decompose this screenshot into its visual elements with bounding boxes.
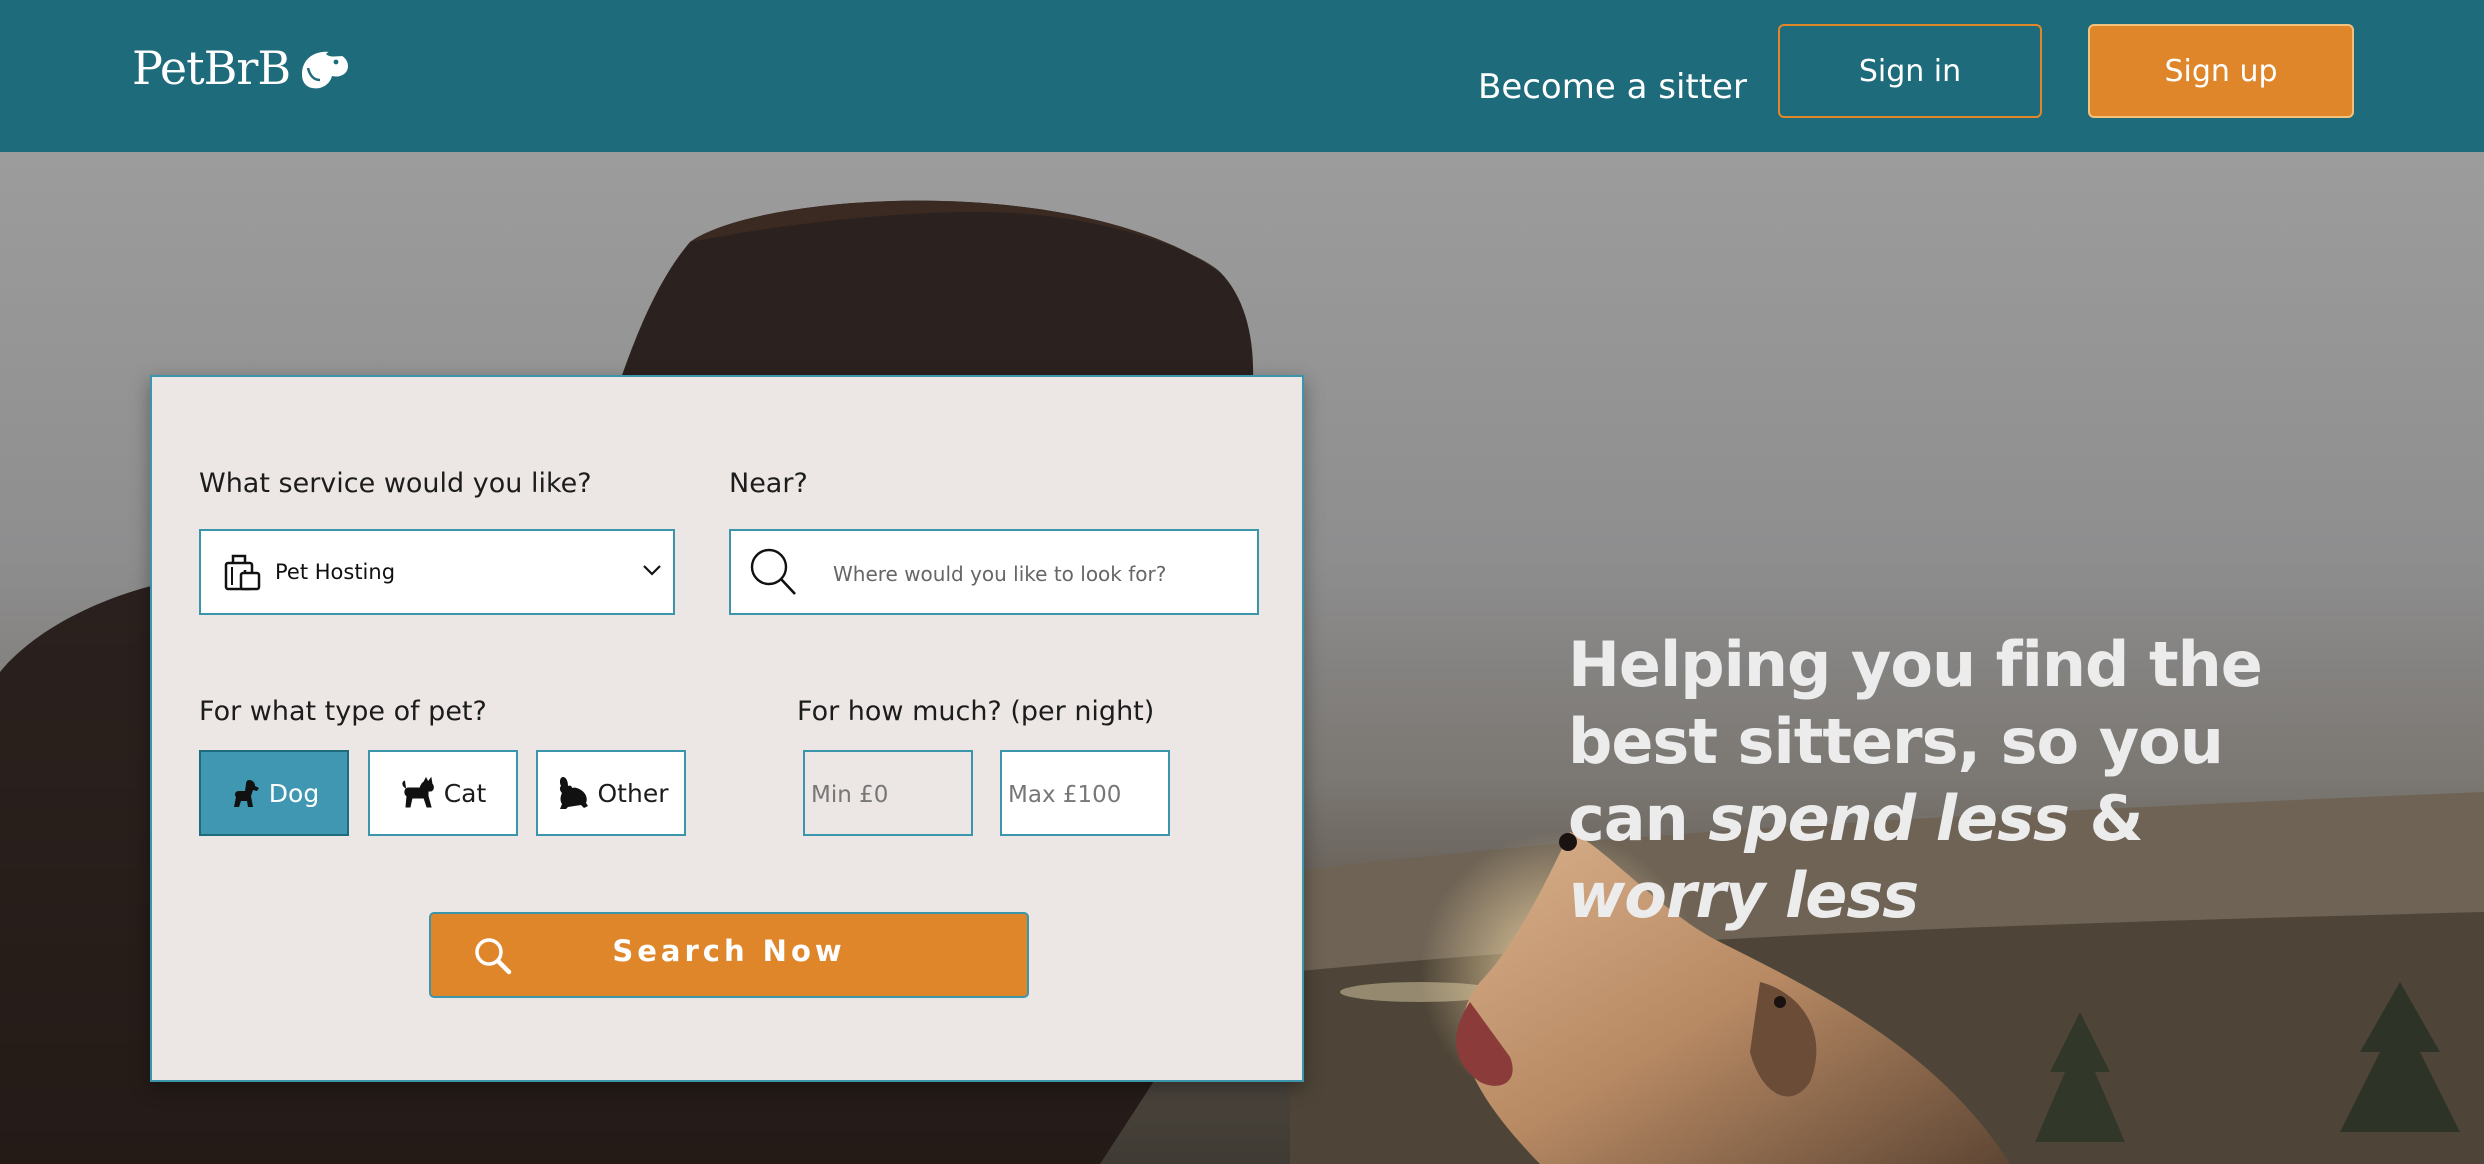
chevron-down-icon xyxy=(643,565,661,576)
search-card: What service would you like? Pet Hosting… xyxy=(150,375,1304,1082)
min-price-input[interactable] xyxy=(809,774,963,816)
sign-up-button[interactable]: Sign up xyxy=(2088,24,2354,118)
tagline-line-4: worry less xyxy=(1568,857,2328,934)
pet-label-cat: Cat xyxy=(443,778,487,808)
pet-option-cat[interactable]: Cat xyxy=(368,750,518,836)
service-label: What service would you like? xyxy=(199,468,592,499)
tagline-line-3: can spend less & xyxy=(1568,780,2328,857)
pet-option-other[interactable]: Other xyxy=(536,750,686,836)
search-icon xyxy=(750,548,796,595)
tagline-line-2: best sitters, so you xyxy=(1568,705,2224,778)
pet-type-label: For what type of pet? xyxy=(199,696,487,727)
rabbit-icon xyxy=(559,777,588,809)
min-price-field[interactable] xyxy=(803,750,973,836)
pet-label-dog: Dog xyxy=(268,778,320,808)
tagline-ampersand: & xyxy=(2089,782,2143,855)
pet-option-dog[interactable]: Dog xyxy=(199,750,349,836)
top-nav-bar: PetBrB Become a sitter Sign in Sign up xyxy=(0,0,2484,152)
luggage-icon xyxy=(224,554,261,591)
service-value: Pet Hosting xyxy=(275,560,396,584)
become-sitter-link[interactable]: Become a sitter xyxy=(1478,64,1747,110)
cat-icon xyxy=(402,776,434,808)
petbrb-logo[interactable]: PetBrB xyxy=(132,38,350,98)
search-now-button[interactable]: Search Now xyxy=(429,912,1029,998)
tagline-prefix: can xyxy=(1568,782,1689,855)
tagline-spend-less: spend less xyxy=(1708,782,2070,855)
logo-text: PetBrB xyxy=(132,41,291,95)
location-input[interactable] xyxy=(831,553,1235,595)
pet-label-other: Other xyxy=(597,778,669,808)
search-now-label: Search Now xyxy=(612,934,846,968)
hero-tagline: Helping you find the best sitters, so yo… xyxy=(1568,626,2328,934)
sign-in-button[interactable]: Sign in xyxy=(1778,24,2042,118)
tagline-worry-less: worry less xyxy=(1568,859,1919,932)
service-select[interactable]: Pet Hosting xyxy=(199,529,675,615)
tagline-line-1: Helping you find the xyxy=(1568,628,2263,701)
price-label: For how much? (per night) xyxy=(797,696,1155,727)
max-price-input[interactable] xyxy=(1006,774,1160,816)
dog-icon xyxy=(233,780,259,807)
location-field[interactable] xyxy=(729,529,1259,615)
max-price-field[interactable] xyxy=(1000,750,1170,836)
dog-head-logo-icon xyxy=(302,49,349,89)
near-label: Near? xyxy=(729,468,808,499)
